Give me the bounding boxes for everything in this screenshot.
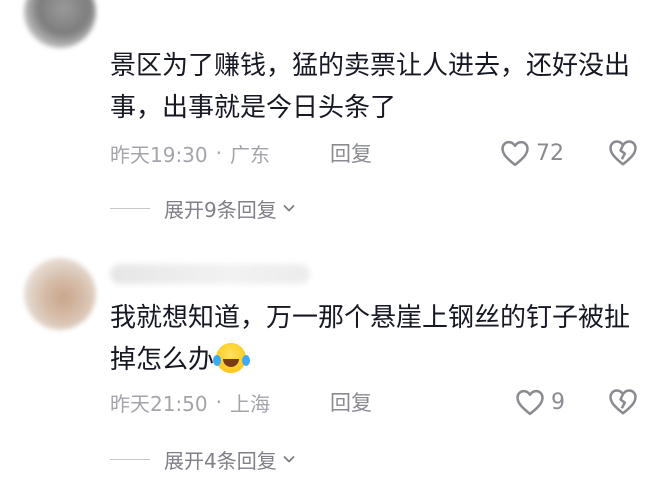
broken-heart-icon[interactable] [608, 138, 638, 168]
divider-line [110, 458, 150, 460]
like-count: 72 [536, 140, 564, 166]
comment-location: 广东 [230, 142, 270, 167]
reply-button[interactable]: 回复 [330, 387, 372, 417]
like-button[interactable]: 9 [515, 387, 565, 417]
avatar[interactable] [24, 258, 96, 330]
heart-outline-icon [516, 389, 544, 416]
comment-item: 我就想知道，万一那个悬崖上钢丝的钉子被扯掉怎么办 昨天21:50 · 上海 回复… [0, 252, 670, 504]
comment-time: 昨天19:30 [110, 142, 208, 167]
comment-meta: 昨天19:30 · 广东 回复 [110, 138, 372, 168]
like-count: 9 [551, 389, 565, 415]
chevron-down-icon [283, 456, 295, 463]
comment-location: 上海 [230, 391, 270, 416]
meta-separator: · [215, 141, 222, 165]
comment-text-body: 我就想知道，万一那个悬崖上钢丝的钉子被扯掉怎么办 [110, 303, 631, 375]
divider-line [110, 207, 150, 209]
like-button[interactable]: 72 [500, 138, 564, 168]
crying-laughing-emoji-icon [213, 343, 247, 373]
comment-time: 昨天21:50 [110, 391, 208, 416]
broken-heart-icon[interactable] [608, 387, 638, 417]
comment-item: 景区为了赚钱，猛的卖票让人进去，还好没出事，出事就是今日头条了 昨天19:30 … [0, 0, 670, 252]
comment-meta: 昨天21:50 · 上海 回复 [110, 387, 372, 417]
chevron-down-icon [283, 205, 295, 212]
comment-text: 我就想知道，万一那个悬崖上钢丝的钉子被扯掉怎么办 [110, 297, 630, 381]
expand-replies-label: 展开4条回复 [164, 448, 277, 473]
heart-outline-icon [501, 140, 529, 167]
meta-separator: · [215, 390, 222, 414]
expand-replies-button[interactable]: 展开4条回复 [110, 444, 295, 474]
expand-replies-label: 展开9条回复 [164, 197, 277, 222]
avatar[interactable] [24, 0, 96, 48]
username-blurred[interactable] [110, 264, 310, 284]
reply-button[interactable]: 回复 [330, 138, 372, 168]
comment-text: 景区为了赚钱，猛的卖票让人进去，还好没出事，出事就是今日头条了 [110, 51, 631, 123]
expand-replies-button[interactable]: 展开9条回复 [110, 193, 295, 223]
